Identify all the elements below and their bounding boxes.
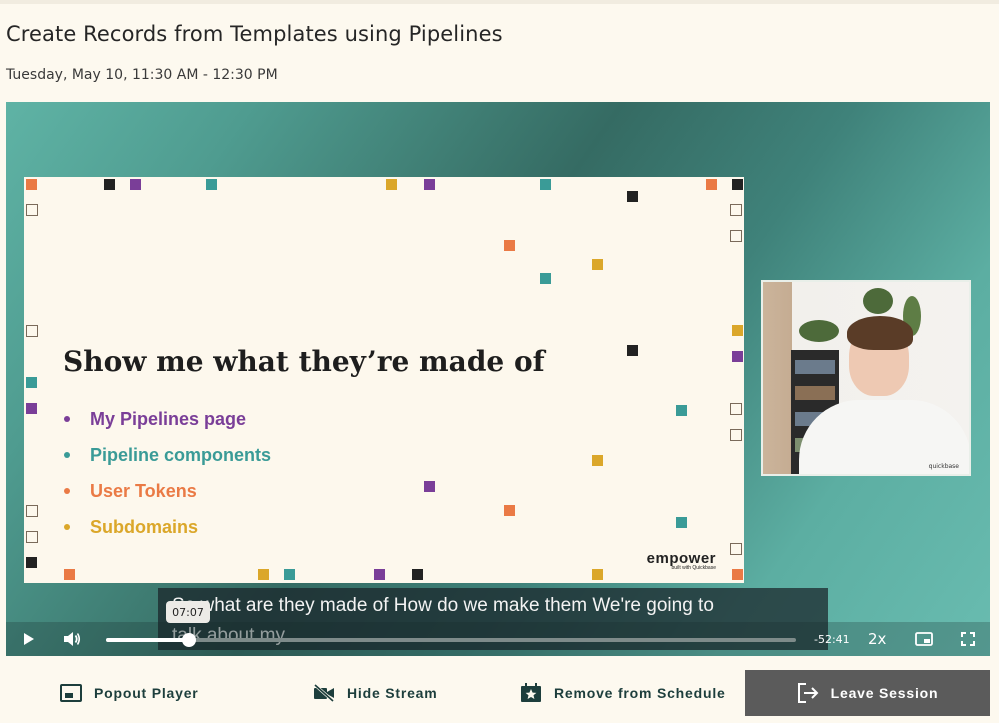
decor-square <box>504 505 515 516</box>
decor-square <box>706 179 717 190</box>
speaker-webcam: quickbase <box>761 280 971 476</box>
slide-bullet: Subdomains <box>64 509 271 545</box>
decor-square <box>64 569 75 580</box>
video-off-icon <box>314 684 334 702</box>
progress-bar[interactable] <box>106 633 796 647</box>
bullet-dot <box>64 416 70 422</box>
decor-square <box>386 179 397 190</box>
top-divider <box>0 0 999 4</box>
decor-square <box>504 240 515 251</box>
decor-square <box>592 259 603 270</box>
remove-from-schedule-button[interactable]: Remove from Schedule <box>520 670 726 716</box>
decor-square <box>676 405 687 416</box>
decor-square <box>26 377 37 388</box>
play-icon <box>24 633 34 645</box>
popout-label: Popout Player <box>94 685 199 701</box>
decor-square <box>732 179 743 190</box>
slide-bullet: Pipeline components <box>64 437 271 473</box>
decor-square <box>730 543 742 555</box>
decor-square <box>206 179 217 190</box>
hide-stream-label: Hide Stream <box>347 685 438 701</box>
session-actions: Popout Player Hide Stream Remove from Sc… <box>0 670 999 716</box>
decor-square <box>258 569 269 580</box>
leave-session-button[interactable]: Leave Session <box>745 670 990 716</box>
decor-square <box>730 429 742 441</box>
decor-square <box>374 569 385 580</box>
decor-square <box>732 325 743 336</box>
decor-square <box>730 230 742 242</box>
player-controls: -52:41 2x <box>6 622 990 656</box>
decor-square <box>592 569 603 580</box>
decor-square <box>627 345 638 356</box>
pip-button[interactable] <box>910 622 938 656</box>
decor-square <box>26 204 38 216</box>
hoodie-label: quickbase <box>928 463 959 470</box>
slide-bullet: User Tokens <box>64 473 271 509</box>
volume-button[interactable] <box>58 622 86 656</box>
presentation-slide: Show me what they’re made of My Pipeline… <box>24 177 744 583</box>
decor-square <box>732 351 743 362</box>
caption-line-1: So what are they made of How do we make … <box>172 595 714 616</box>
popout-icon <box>60 684 82 702</box>
hide-stream-button[interactable]: Hide Stream <box>313 670 438 716</box>
playback-speed-button[interactable]: 2x <box>868 622 886 656</box>
slide-bullet-text: User Tokens <box>90 480 197 501</box>
play-button[interactable] <box>16 622 42 656</box>
decor-square <box>424 179 435 190</box>
speaker-hair <box>847 316 913 350</box>
decor-square <box>130 179 141 190</box>
decor-square <box>26 505 38 517</box>
decor-square <box>730 204 742 216</box>
calendar-star-icon <box>521 683 541 702</box>
session-datetime: Tuesday, May 10, 11:30 AM - 12:30 PM <box>6 67 278 83</box>
progress-scrubber[interactable] <box>182 633 197 647</box>
decor-square <box>104 179 115 190</box>
slide-bullet-text: My Pipelines page <box>90 408 247 429</box>
volume-icon <box>64 632 81 646</box>
progress-fill <box>106 638 190 642</box>
decor-square <box>732 569 743 580</box>
decor-square <box>26 557 37 568</box>
remaining-time: -52:41 <box>814 632 850 646</box>
decor-square <box>627 191 638 202</box>
slide-bullet: My Pipelines page <box>64 401 271 437</box>
remove-label: Remove from Schedule <box>554 685 726 701</box>
time-tooltip: 07:07 <box>166 601 210 623</box>
decor-square <box>26 325 38 337</box>
plant <box>863 288 893 314</box>
slide-heading: Show me what they’re made of <box>63 345 545 378</box>
decor-square <box>26 403 37 414</box>
fullscreen-button[interactable] <box>954 622 982 656</box>
decor-square <box>424 481 435 492</box>
decor-square <box>26 531 38 543</box>
bullet-dot <box>64 488 70 494</box>
decor-square <box>592 455 603 466</box>
slide-bullet-text: Pipeline components <box>90 444 272 465</box>
bullet-dot <box>64 524 70 530</box>
decor-square <box>730 403 742 415</box>
popout-player-button[interactable]: Popout Player <box>60 670 199 716</box>
decor-square <box>540 179 551 190</box>
leave-label: Leave Session <box>830 685 939 701</box>
slide-bullet-list: My Pipelines page Pipeline components Us… <box>64 401 271 545</box>
decor-square <box>412 569 423 580</box>
decor-square <box>540 273 551 284</box>
fullscreen-icon <box>961 632 975 646</box>
session-title: Create Records from Templates using Pipe… <box>6 22 503 46</box>
slide-bullet-text: Subdomains <box>90 516 199 537</box>
decor-square <box>284 569 295 580</box>
video-player[interactable]: Show me what they’re made of My Pipeline… <box>6 102 990 656</box>
plant <box>799 320 839 342</box>
decor-square <box>26 179 37 190</box>
decor-square <box>676 517 687 528</box>
empower-logo: empower built with Quickbase <box>647 550 716 571</box>
bullet-dot <box>64 452 70 458</box>
exit-icon <box>797 683 819 703</box>
picture-in-picture-icon <box>915 632 933 646</box>
